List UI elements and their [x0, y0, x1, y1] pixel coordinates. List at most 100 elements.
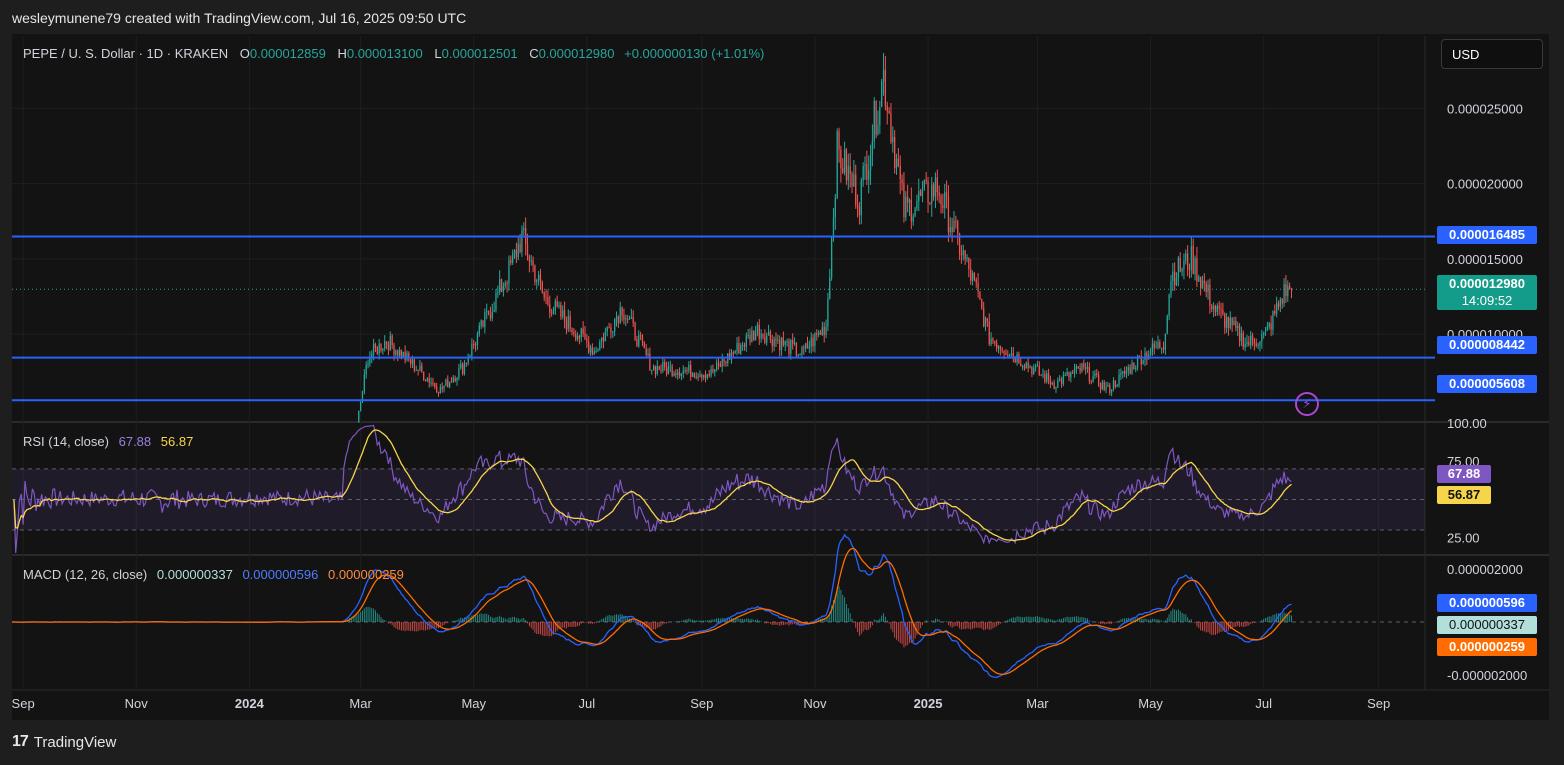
candle-body — [1125, 370, 1128, 374]
candle-body — [1244, 343, 1246, 348]
candle-body — [986, 318, 989, 322]
candle-body — [953, 221, 955, 232]
candle-body — [732, 352, 734, 354]
macd-tick-label: -0.000002000 — [1447, 668, 1527, 683]
candle-body — [1021, 366, 1024, 368]
candle-body — [886, 105, 888, 112]
candle-body — [1034, 365, 1037, 368]
candle-body — [1085, 367, 1087, 370]
candle-body — [916, 201, 918, 209]
candle-body — [1107, 385, 1109, 387]
candle-body — [1201, 280, 1204, 289]
candle-body — [825, 326, 827, 336]
candle-body — [1233, 320, 1235, 326]
chart-canvas[interactable]: Sep Nov 2024 Mar May Jul Sep Nov 2025 Mar May Jul Se… — [0, 0, 1564, 765]
x-tick-label: Mar — [349, 696, 372, 711]
candle-body — [1103, 381, 1105, 390]
candle-body — [1276, 303, 1278, 314]
price-tick-label: 0.000015000 — [1447, 252, 1523, 267]
candle-body — [1198, 276, 1200, 282]
candle-body — [1075, 366, 1078, 370]
candle-body — [697, 376, 699, 378]
candle-body — [1086, 366, 1089, 370]
rsi-legend: RSI (14, close) 67.88 56.87 — [23, 434, 195, 449]
candle-body — [1207, 284, 1209, 293]
candle-body — [1068, 372, 1070, 378]
candle-body — [1190, 246, 1193, 270]
macd-badge: 0.000000596 — [1437, 594, 1537, 612]
candle-body — [387, 343, 390, 351]
candle-body — [1235, 320, 1237, 329]
candle-body — [693, 373, 696, 378]
lightning-icon[interactable]: ⚡ — [1295, 392, 1319, 416]
candle-body — [838, 131, 840, 150]
candle-body — [981, 299, 983, 309]
candle-body — [760, 333, 762, 339]
candle-body — [1018, 354, 1020, 364]
candle-body — [480, 320, 482, 326]
candle-body — [580, 328, 582, 338]
candle-body — [1110, 389, 1113, 393]
rsi-badge: 67.88 — [1437, 465, 1491, 483]
candle-body — [1060, 378, 1063, 384]
candle-body — [955, 221, 957, 223]
candle-body — [602, 337, 605, 342]
candle-body — [1188, 269, 1191, 271]
candle-body — [1281, 299, 1283, 304]
candle-body — [539, 274, 542, 282]
rsi-ma-value: 56.87 — [160, 434, 194, 449]
currency-button[interactable]: USD — [1441, 39, 1543, 69]
candle-body — [1073, 369, 1076, 373]
candle-body — [1250, 335, 1252, 346]
x-tick-label: 2024 — [235, 696, 265, 711]
candle-body — [862, 166, 864, 181]
candle-body — [384, 341, 386, 349]
candle-body — [680, 373, 683, 377]
candle-body — [645, 348, 647, 355]
footer[interactable]: 17 TradingView — [12, 733, 116, 751]
candle-body — [619, 307, 621, 324]
candle-body — [506, 283, 508, 285]
candle-body — [723, 359, 725, 362]
candle-body — [476, 334, 479, 345]
candle-body — [1020, 363, 1022, 367]
candle-body — [1237, 325, 1239, 329]
candle-body — [834, 197, 836, 218]
candle-body — [927, 180, 929, 203]
candle-body — [929, 202, 931, 204]
candle-body — [493, 309, 495, 312]
candle-body — [1029, 366, 1031, 368]
candle-body — [1131, 362, 1133, 374]
candle-body — [1248, 341, 1250, 346]
candle-body — [925, 179, 927, 181]
candle-body — [767, 331, 770, 336]
candle-body — [664, 362, 666, 368]
candle-body — [606, 327, 608, 332]
candle-body — [866, 164, 868, 180]
candle-body — [443, 385, 445, 389]
x-tick-label: May — [461, 696, 486, 711]
candle-body — [1181, 268, 1183, 272]
x-tick-label: Sep — [1367, 696, 1390, 711]
candle-body — [1012, 353, 1014, 358]
candle-body — [517, 243, 519, 258]
candle-body — [1175, 277, 1178, 286]
candle-body — [1155, 347, 1157, 349]
candle-body — [812, 337, 814, 347]
candle-body — [1218, 305, 1220, 309]
candle-body — [595, 350, 597, 352]
candle-body — [1088, 366, 1091, 382]
candle-body — [842, 168, 844, 173]
candle-body — [560, 304, 562, 317]
candle-body — [397, 350, 399, 356]
candle-body — [638, 335, 640, 346]
x-tick-label: May — [1138, 696, 1163, 711]
candle-body — [543, 292, 545, 298]
candle-body — [591, 347, 594, 355]
candle-body — [934, 177, 937, 197]
candle-body — [921, 187, 924, 196]
rsi-title: RSI (14, close) — [23, 434, 109, 449]
candle-body — [851, 173, 853, 187]
candle-body — [504, 283, 506, 287]
candle-body — [435, 386, 438, 393]
